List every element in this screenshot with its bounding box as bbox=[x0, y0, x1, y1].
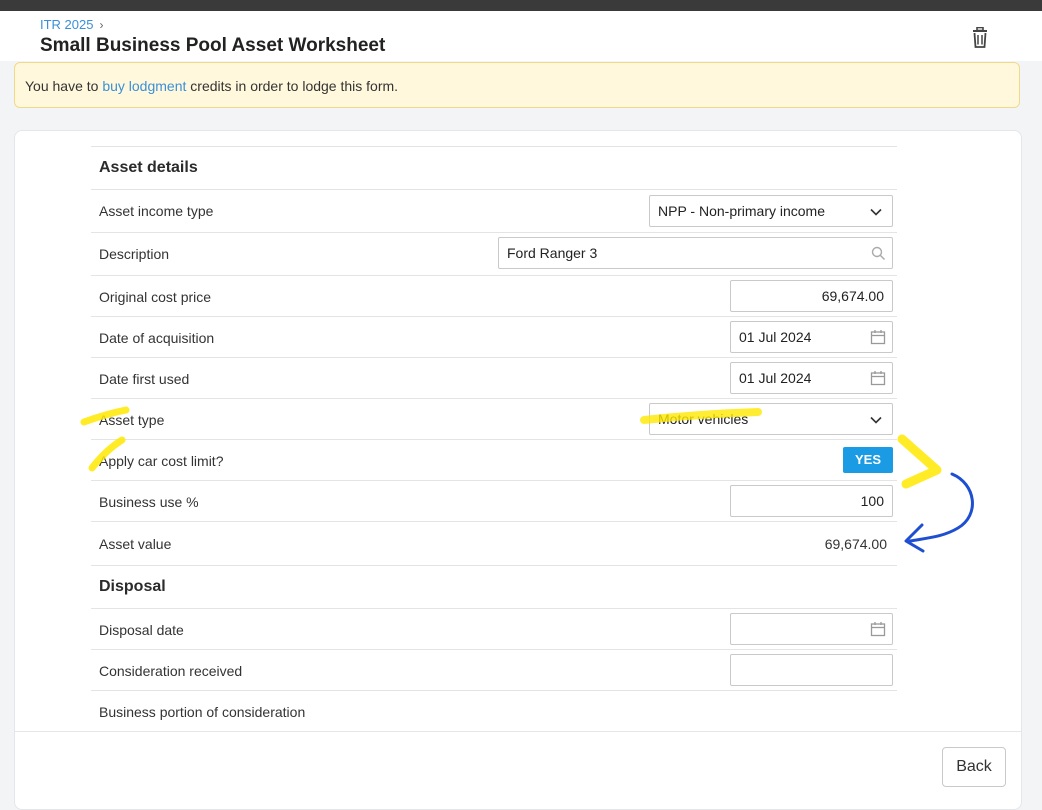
date-acquisition-label: Date of acquisition bbox=[99, 330, 215, 346]
date-first-used-input[interactable]: 01 Jul 2024 bbox=[730, 362, 893, 394]
divider bbox=[91, 146, 897, 147]
disposal-date-input[interactable] bbox=[730, 613, 893, 645]
breadcrumb-link[interactable]: ITR 2025 bbox=[40, 17, 93, 32]
consideration-received-input[interactable] bbox=[730, 654, 893, 686]
asset-value-amount: 69,674.00 bbox=[824, 536, 887, 552]
divider bbox=[91, 480, 897, 481]
disposal-heading: Disposal bbox=[99, 578, 166, 595]
back-button[interactable]: Back bbox=[942, 747, 1006, 787]
calendar-icon[interactable] bbox=[870, 370, 886, 386]
date-first-used-label: Date first used bbox=[99, 371, 190, 387]
asset-income-type-label: Asset income type bbox=[99, 203, 214, 219]
business-use-value: 100 bbox=[860, 493, 884, 509]
asset-details-heading: Asset details bbox=[99, 159, 198, 176]
divider bbox=[91, 357, 897, 358]
breadcrumb[interactable]: ITR 2025 › bbox=[40, 17, 103, 32]
date-acquisition-input[interactable]: 01 Jul 2024 bbox=[730, 321, 893, 353]
car-cost-limit-label: Apply car cost limit? bbox=[99, 453, 224, 469]
calendar-icon[interactable] bbox=[870, 329, 886, 345]
page-title: Small Business Pool Asset Worksheet bbox=[40, 35, 386, 56]
business-use-input[interactable]: 100 bbox=[730, 485, 893, 517]
original-cost-value: 69,674.00 bbox=[821, 288, 884, 304]
buy-lodgment-link[interactable]: buy lodgment bbox=[102, 78, 186, 94]
divider bbox=[91, 439, 897, 440]
lodgment-notice: You have to buy lodgment credits in orde… bbox=[14, 62, 1020, 108]
date-acquisition-value: 01 Jul 2024 bbox=[739, 329, 812, 345]
divider bbox=[91, 608, 897, 609]
asset-type-value: Motor vehicles bbox=[658, 411, 749, 427]
asset-income-type-value: NPP - Non-primary income bbox=[658, 203, 826, 219]
original-cost-label: Original cost price bbox=[99, 289, 212, 305]
footer-divider bbox=[15, 731, 1021, 732]
divider bbox=[91, 565, 897, 566]
divider bbox=[91, 189, 897, 190]
asset-income-type-select[interactable]: NPP - Non-primary income bbox=[649, 195, 893, 227]
date-first-used-value: 01 Jul 2024 bbox=[739, 370, 812, 386]
breadcrumb-separator: › bbox=[99, 18, 104, 32]
page-header: ITR 2025 › Small Business Pool Asset Work… bbox=[0, 11, 1042, 61]
asset-value-label: Asset value bbox=[99, 536, 172, 552]
description-input[interactable]: Ford Ranger 3 bbox=[498, 237, 893, 269]
calendar-icon[interactable] bbox=[870, 621, 886, 637]
description-label: Description bbox=[99, 246, 170, 262]
divider bbox=[91, 690, 897, 691]
description-value: Ford Ranger 3 bbox=[507, 245, 598, 261]
asset-type-label: Asset type bbox=[99, 412, 165, 428]
chevron-down-icon bbox=[870, 208, 882, 216]
divider bbox=[91, 649, 897, 650]
asset-type-select[interactable]: Motor vehicles bbox=[649, 403, 893, 435]
notice-text: You have to buy lodgment credits in orde… bbox=[25, 78, 399, 94]
disposal-date-label: Disposal date bbox=[99, 622, 184, 638]
divider bbox=[91, 521, 897, 522]
search-icon bbox=[871, 246, 886, 261]
business-portion-label: Business portion of consideration bbox=[99, 704, 306, 720]
top-bar bbox=[0, 0, 1042, 11]
chevron-down-icon bbox=[870, 416, 882, 424]
consideration-received-label: Consideration received bbox=[99, 663, 243, 679]
divider bbox=[91, 232, 897, 233]
trash-icon[interactable] bbox=[970, 27, 990, 49]
car-cost-limit-toggle[interactable]: YES bbox=[843, 447, 893, 473]
business-use-label: Business use % bbox=[99, 494, 199, 510]
original-cost-input[interactable]: 69,674.00 bbox=[730, 280, 893, 312]
divider bbox=[91, 316, 897, 317]
divider bbox=[91, 275, 897, 276]
divider bbox=[91, 398, 897, 399]
